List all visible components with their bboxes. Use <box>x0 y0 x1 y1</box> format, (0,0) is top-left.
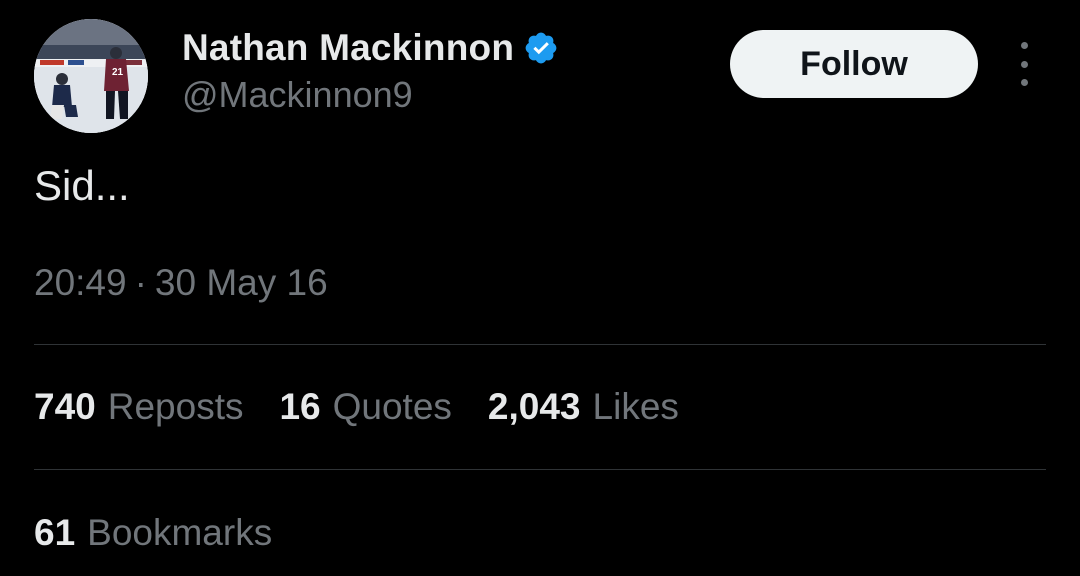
hockey-players-avatar-image: 21 <box>34 19 148 133</box>
display-name[interactable]: Nathan Mackinnon <box>182 27 514 69</box>
engagement-stats: 740 Reposts 16 Quotes 2,043 Likes <box>34 386 715 428</box>
likes-count: 2,043 <box>487 386 581 427</box>
tweet-date[interactable]: 30 May 16 <box>155 262 328 304</box>
tweet-timestamp: 20:49 · 30 May 16 <box>34 262 328 304</box>
more-dot <box>1020 60 1028 68</box>
display-name-row: Nathan Mackinnon <box>182 22 559 74</box>
bookmarks-label: Bookmarks <box>87 512 273 553</box>
tweet-time[interactable]: 20:49 <box>34 262 127 304</box>
quotes-stat[interactable]: 16 Quotes <box>279 386 451 428</box>
tweet-detail: 21 Nathan Mackinnon @Mackinnon9 Follow S… <box>0 0 1080 576</box>
reposts-stat[interactable]: 740 Reposts <box>34 386 243 428</box>
more-dot <box>1020 42 1028 49</box>
quotes-label: Quotes <box>332 386 452 427</box>
svg-text:21: 21 <box>112 67 124 78</box>
verified-badge-icon[interactable] <box>523 30 559 66</box>
quotes-count: 16 <box>279 386 321 427</box>
more-vertical-icon[interactable] <box>1010 42 1038 86</box>
follow-button[interactable]: Follow <box>730 30 978 98</box>
tweet-text: Sid... <box>34 162 130 209</box>
likes-label: Likes <box>592 386 679 427</box>
divider <box>34 344 1046 345</box>
bookmarks-stat[interactable]: 61 Bookmarks <box>34 512 272 554</box>
reposts-label: Reposts <box>107 386 244 427</box>
likes-stat[interactable]: 2,043 Likes <box>488 386 679 428</box>
avatar[interactable]: 21 <box>34 19 148 133</box>
more-dot <box>1020 79 1028 86</box>
timestamp-separator: · <box>134 262 147 303</box>
reposts-count: 740 <box>34 386 96 427</box>
bookmarks-count: 61 <box>34 512 76 553</box>
user-handle[interactable]: @Mackinnon9 <box>182 74 413 116</box>
divider <box>34 469 1046 470</box>
